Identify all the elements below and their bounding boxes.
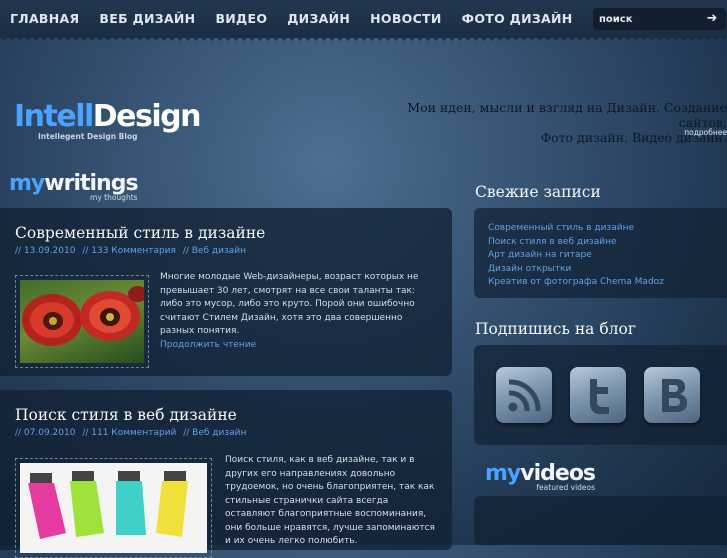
nav-item-news[interactable]: НОВОСТИ [360, 0, 442, 38]
post-comments-link[interactable]: // 111 Комментарий [82, 428, 176, 438]
paint-tubes-image [20, 463, 207, 553]
section-heading-videos: myvideos featured videos [485, 461, 596, 493]
flower-illustration [22, 286, 144, 346]
recent-posts-title: Свежие записи [475, 183, 601, 201]
nav-menu: ГЛАВНАЯ ВЕБ ДИЗАЙН ВИДЕО ДИЗАЙН НОВОСТИ … [0, 0, 583, 38]
nav-item-video[interactable]: ВИДЕО [205, 0, 267, 38]
post-category-link[interactable]: // Веб дизайн [183, 246, 246, 256]
twitter-icon[interactable] [570, 367, 626, 423]
paint-tubes-illustration [28, 471, 188, 539]
logo-word-intell: Intell [14, 99, 94, 134]
post-meta: // 07.09.2010 // 111 Комментарий // Веб … [15, 428, 250, 438]
nav-item-design[interactable]: ДИЗАЙН [277, 0, 350, 38]
recent-post-link[interactable]: Арт дизайн на гитаре [488, 250, 592, 260]
flower-image [20, 280, 144, 363]
tagline-line-2: Фото дизайн, Видео дизайн. [540, 130, 727, 145]
post-title[interactable]: Поиск стиля в веб дизайне [15, 406, 237, 424]
tagline-line-1: Мои идеи, мысли и взгляд на Дизайн. Созд… [407, 100, 727, 130]
nav-item-home[interactable]: ГЛАВНАЯ [0, 0, 79, 38]
more-link[interactable]: подробнее [684, 128, 727, 137]
post-thumbnail[interactable] [15, 275, 149, 368]
logo-word-design: Design [92, 99, 202, 134]
post-thumbnail[interactable] [15, 458, 212, 558]
rss-icon[interactable] [496, 367, 552, 423]
videos-prefix: my [485, 461, 521, 486]
nav-item-photo-design[interactable]: ФОТО ДИЗАЙН [452, 0, 573, 38]
search-input[interactable] [597, 9, 701, 29]
post-category-link[interactable]: // Веб дизайн [183, 428, 246, 438]
recent-posts-box: Современный стиль в дизайне Поиск стиля … [474, 208, 727, 298]
subscribe-title: Подпишись на блог [475, 320, 636, 338]
writings-prefix: my [9, 171, 45, 196]
videos-box [474, 496, 727, 545]
recent-post-link[interactable]: Поиск стиля в веб дизайне [488, 237, 617, 247]
nav-zigzag-edge [0, 36, 727, 44]
post-comments-link[interactable]: // 133 Комментария [82, 246, 176, 256]
post-card: Поиск стиля в веб дизайне // 07.09.2010 … [0, 390, 452, 558]
arrow-right-icon[interactable]: ➜ [702, 10, 722, 28]
post-excerpt: Многие молодые Web-дизайнеры, возраст ко… [160, 271, 432, 352]
recent-post-link[interactable]: Современный стиль в дизайне [488, 223, 634, 233]
post-excerpt-text: Многие молодые Web-дизайнеры, возраст ко… [160, 272, 419, 336]
post-excerpt-text: Поиск стиля, как в веб дизайне, так и в … [225, 455, 435, 546]
site-tagline: Мои идеи, мысли и взгляд на Дизайн. Созд… [387, 100, 727, 145]
top-nav: ГЛАВНАЯ ВЕБ ДИЗАЙН ВИДЕО ДИЗАЙН НОВОСТИ … [0, 0, 727, 38]
post-excerpt: Поиск стиля, как в веб дизайне, так и в … [225, 454, 435, 549]
subscribe-box [474, 345, 727, 445]
logo-tagline: Intellegent Design Blog [38, 132, 138, 141]
post-date: // 13.09.2010 [15, 246, 76, 256]
section-heading-writings: mywritings my thoughts [9, 171, 139, 203]
vkontakte-icon[interactable] [644, 367, 700, 423]
post-date: // 07.09.2010 [15, 428, 76, 438]
recent-post-link[interactable]: Дизайн открытки [488, 264, 571, 274]
post-meta: // 13.09.2010 // 133 Комментария // Веб … [15, 246, 250, 256]
recent-post-link[interactable]: Креатив от фотографа Chema Madoz [488, 277, 664, 287]
read-more-link[interactable]: Продолжить чтение [160, 339, 432, 353]
nav-item-web-design[interactable]: ВЕБ ДИЗАЙН [89, 0, 195, 38]
search-box: ➜ [593, 8, 726, 30]
post-title[interactable]: Современный стиль в дизайне [15, 224, 265, 242]
post-card: Современный стиль в дизайне // 13.09.201… [0, 208, 452, 376]
site-logo[interactable]: IntellDesign Intellegent Design Blog [14, 100, 204, 155]
